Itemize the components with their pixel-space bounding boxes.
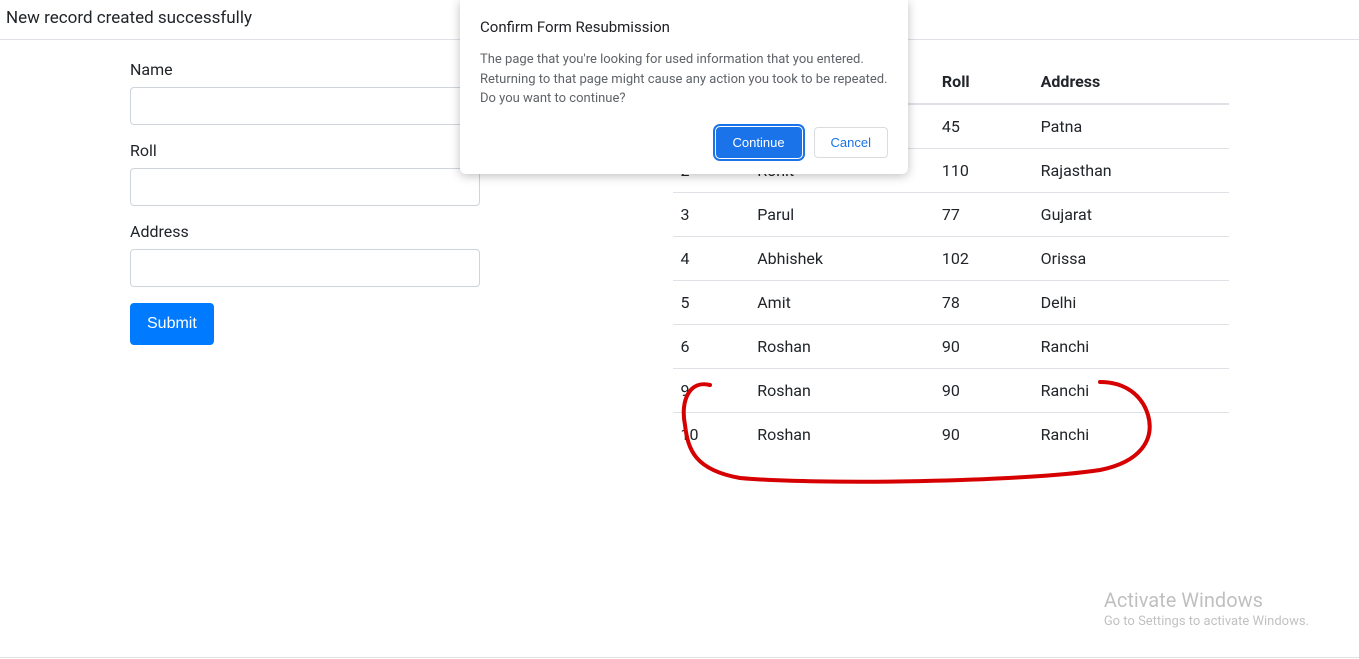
cell-name: Roshan [749,325,934,369]
cell-name: Abhishek [749,237,934,281]
cell-id: 10 [673,413,750,457]
form-group-address: Address [130,222,643,287]
cancel-button[interactable]: Cancel [814,127,888,158]
cell-id: 9 [673,369,750,413]
confirm-resubmission-dialog: Confirm Form Resubmission The page that … [460,0,908,174]
cell-address: Ranchi [1033,369,1229,413]
cell-name: Roshan [749,413,934,457]
windows-activation-watermark: Activate Windows Go to Settings to activ… [1104,588,1309,629]
table-row: 3Parul77Gujarat [673,193,1229,237]
dialog-actions: Continue Cancel [480,127,888,158]
cell-address: Orissa [1033,237,1229,281]
dialog-body: The page that you're looking for used in… [480,50,888,109]
cell-name: Parul [749,193,934,237]
table-row: 4Abhishek102Orissa [673,237,1229,281]
cell-id: 5 [673,281,750,325]
address-input[interactable] [130,249,480,287]
cell-address: Patna [1033,104,1229,149]
cell-name: Amit [749,281,934,325]
watermark-sub: Go to Settings to activate Windows. [1104,614,1309,629]
table-row: 5Amit78Delhi [673,281,1229,325]
th-roll: Roll [934,60,1033,104]
cell-address: Delhi [1033,281,1229,325]
table-row: 9Roshan90Ranchi [673,369,1229,413]
cell-roll: 110 [934,149,1033,193]
dialog-line1: The page that you're looking for used in… [480,52,864,67]
cell-roll: 90 [934,413,1033,457]
cell-roll: 78 [934,281,1033,325]
th-address: Address [1033,60,1229,104]
continue-button[interactable]: Continue [716,127,802,158]
cell-address: Ranchi [1033,413,1229,457]
cell-roll: 77 [934,193,1033,237]
name-input[interactable] [130,87,480,125]
cell-roll: 90 [934,325,1033,369]
dialog-line2: Returning to that page might cause any a… [480,72,888,87]
submit-button[interactable]: Submit [130,303,214,345]
dialog-title: Confirm Form Resubmission [480,18,888,36]
cell-address: Rajasthan [1033,149,1229,193]
table-row: 10Roshan90Ranchi [673,413,1229,457]
address-label: Address [130,222,643,241]
table-row: 6Roshan90Ranchi [673,325,1229,369]
cell-id: 3 [673,193,750,237]
cell-roll: 45 [934,104,1033,149]
watermark-title: Activate Windows [1104,588,1309,612]
cell-roll: 90 [934,369,1033,413]
cell-address: Gujarat [1033,193,1229,237]
dialog-line3: Do you want to continue? [480,91,626,106]
cell-id: 6 [673,325,750,369]
roll-input[interactable] [130,168,480,206]
cell-id: 4 [673,237,750,281]
cell-roll: 102 [934,237,1033,281]
cell-address: Ranchi [1033,325,1229,369]
cell-name: Roshan [749,369,934,413]
